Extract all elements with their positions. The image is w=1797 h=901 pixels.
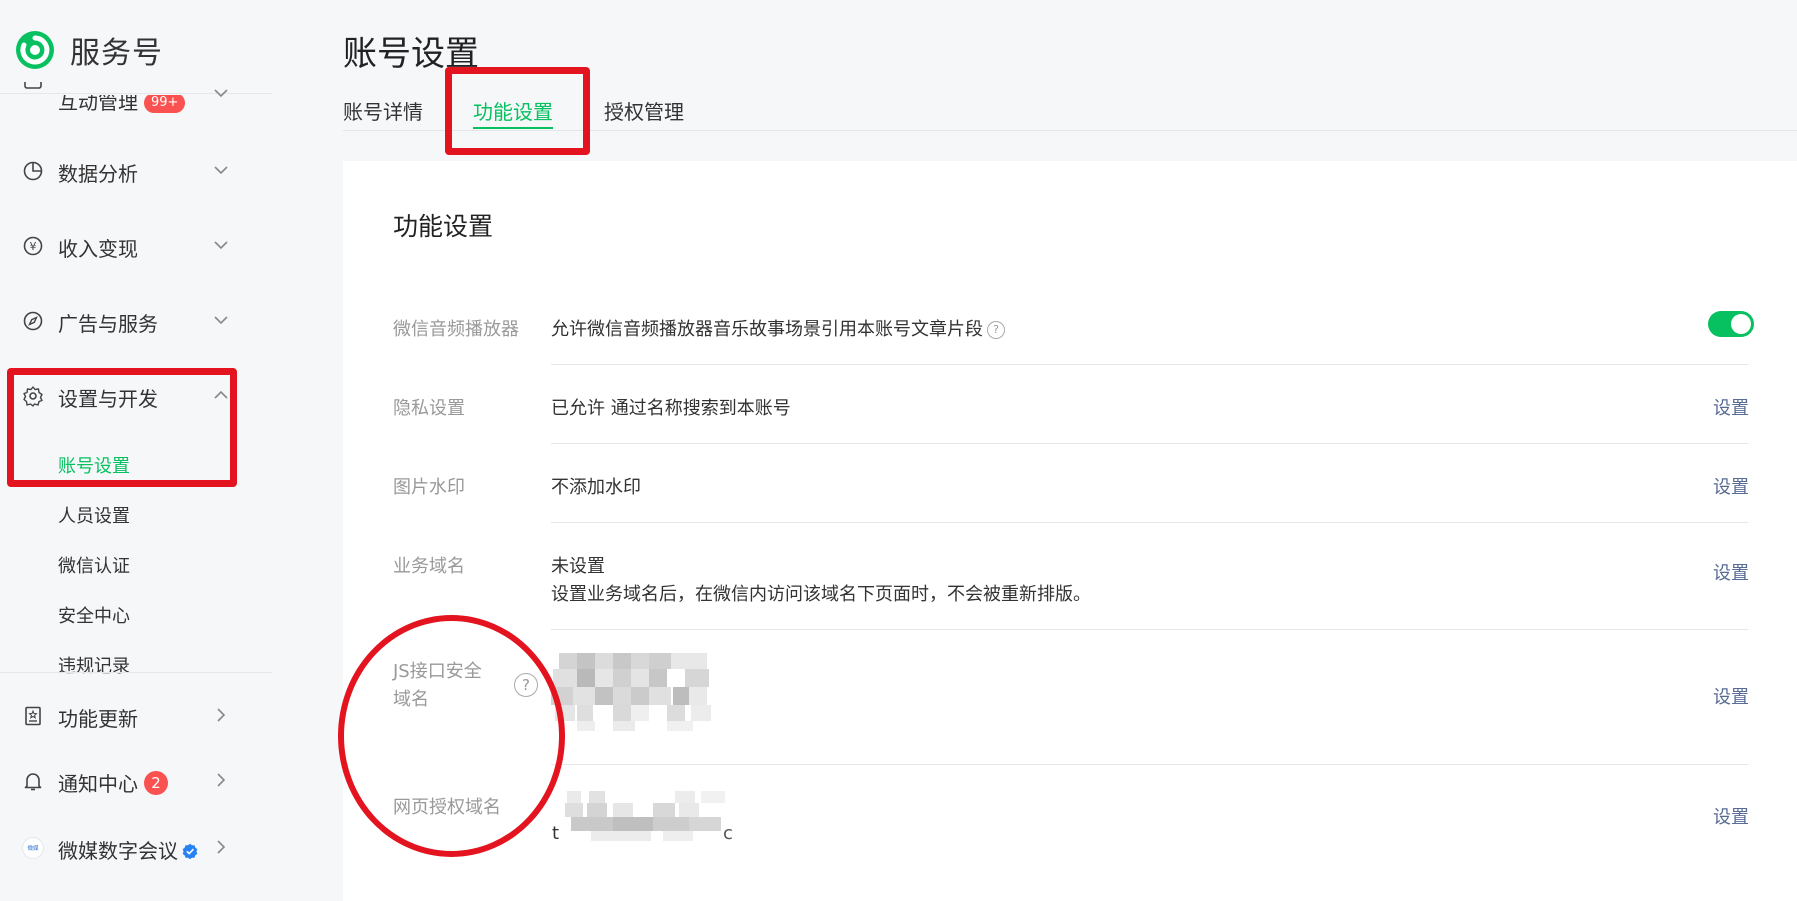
chevron-right-icon: [217, 773, 226, 787]
sidebar-item-staff-settings[interactable]: 人员设置: [58, 502, 130, 528]
nav-ads-services[interactable]: 广告与服务: [0, 301, 272, 341]
row-divider: [551, 522, 1748, 523]
nav-interaction[interactable]: 互动管理 99+: [0, 78, 272, 118]
sidebar-item-wechat-verification[interactable]: 微信认证: [58, 552, 130, 578]
book-icon: [25, 706, 41, 726]
app-name: 服务号: [70, 36, 163, 71]
row-divider: [551, 764, 1748, 765]
audio-player-toggle[interactable]: [1708, 311, 1754, 337]
tab-authorization-management[interactable]: 授权管理: [604, 96, 684, 125]
nav-feature-updates-label: 功能更新: [58, 707, 138, 731]
avatar: 微媒: [22, 837, 44, 859]
watermark-settings-link[interactable]: 设置: [1713, 473, 1749, 499]
feature-settings-card: 功能设置 微信音频播放器 允许微信音频播放器音乐故事场景引用本账号文章片段? 隐…: [343, 161, 1797, 901]
audio-player-label: 微信音频播放器: [393, 319, 519, 340]
nav-data-analysis-label: 数据分析: [58, 162, 138, 186]
business-domain-label: 业务域名: [393, 556, 465, 577]
business-domain-settings-link[interactable]: 设置: [1713, 559, 1749, 585]
svg-text:微媒: 微媒: [27, 844, 39, 852]
chevron-right-icon: [217, 708, 226, 722]
sidebar-item-security-center[interactable]: 安全中心: [58, 602, 130, 628]
redacted-js-domains: [551, 653, 711, 731]
nav-account-switcher[interactable]: 微媒 微媒数字会议: [0, 828, 272, 868]
yen-icon: ¥: [23, 236, 43, 256]
privacy-settings-link[interactable]: 设置: [1713, 394, 1749, 420]
chevron-right-icon: [217, 840, 226, 854]
js-domain-settings-link[interactable]: 设置: [1713, 683, 1749, 709]
chevron-down-icon: [214, 89, 228, 98]
verified-icon: [182, 843, 198, 859]
annotation-highlight-tab: [445, 67, 590, 155]
watermark-label: 图片水印: [393, 477, 465, 498]
annotation-highlight-sidebar: [7, 368, 237, 487]
pie-chart-icon: [23, 161, 43, 181]
tab-account-details[interactable]: 账号详情: [343, 96, 423, 125]
business-domain-note: 设置业务域名后，在微信内访问该域名下页面时，不会被重新排版。: [551, 584, 1091, 605]
nav-data-analysis[interactable]: 数据分析: [0, 151, 272, 191]
toggle-knob: [1731, 314, 1751, 334]
chat-icon: [24, 82, 42, 89]
nav-ads-services-label: 广告与服务: [58, 312, 158, 336]
account-name: 微媒数字会议: [58, 835, 198, 864]
app-logo[interactable]: 服务号: [14, 28, 163, 72]
chevron-down-icon: [214, 316, 228, 325]
nav-feature-updates[interactable]: 功能更新: [0, 696, 272, 736]
help-icon[interactable]: ?: [987, 321, 1005, 339]
notification-badge: 2: [144, 771, 168, 795]
logo-icon: [16, 31, 54, 69]
redacted-web-auth-domains: t c: [552, 791, 733, 844]
bell-icon: [24, 773, 42, 791]
card-title: 功能设置: [393, 212, 494, 241]
nav-notifications[interactable]: 通知中心 2: [0, 761, 272, 801]
privacy-label: 隐私设置: [393, 398, 465, 419]
compass-icon: [23, 311, 43, 331]
row-divider: [551, 364, 1748, 365]
watermark-value: 不添加水印: [551, 477, 641, 498]
sidebar-divider: [0, 672, 272, 673]
row-divider: [551, 443, 1748, 444]
nav-interaction-label: 互动管理 99+: [58, 95, 186, 115]
row-divider: [551, 629, 1748, 630]
nav-monetization[interactable]: ¥ 收入变现: [0, 226, 272, 266]
privacy-value: 已允许 通过名称搜索到本账号: [551, 398, 791, 419]
interaction-badge: 99+: [144, 95, 186, 113]
nav-notifications-label: 通知中心 2: [58, 768, 168, 797]
chevron-down-icon: [214, 241, 228, 250]
svg-text:¥: ¥: [30, 240, 37, 253]
audio-player-value: 允许微信音频播放器音乐故事场景引用本账号文章片段?: [551, 315, 1005, 341]
web-auth-domain-settings-link[interactable]: 设置: [1713, 803, 1749, 829]
chevron-down-icon: [214, 166, 228, 175]
business-domain-value: 未设置: [551, 556, 605, 577]
svg-text:c: c: [723, 823, 733, 844]
sidebar-item-violation-records[interactable]: 违规记录: [58, 652, 130, 678]
svg-text:t: t: [552, 823, 559, 844]
nav-monetization-label: 收入变现: [58, 237, 138, 261]
annotation-circle: [338, 615, 565, 857]
